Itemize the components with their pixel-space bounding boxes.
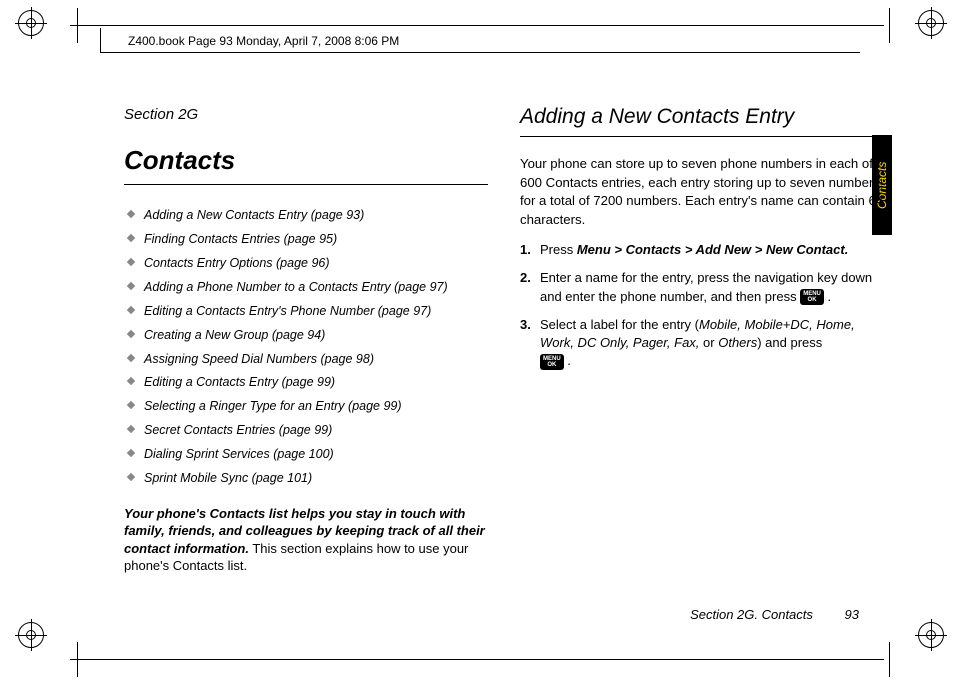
step-item: Select a label for the entry (Mobile, Mo… <box>520 316 884 371</box>
body-paragraph: Your phone can store up to seven phone n… <box>520 155 884 229</box>
toc-item: Adding a Phone Number to a Contacts Entr… <box>124 279 488 296</box>
step-item: Press Menu > Contacts > Add New > New Co… <box>520 241 884 259</box>
toc-item: Sprint Mobile Sync (page 101) <box>124 470 488 487</box>
diamond-bullet-icon <box>127 234 135 242</box>
toc-item: Creating a New Group (page 94) <box>124 327 488 344</box>
crop-mark-bottom-right <box>894 622 944 672</box>
toc-item: Finding Contacts Entries (page 95) <box>124 231 488 248</box>
diamond-bullet-icon <box>127 377 135 385</box>
diamond-bullet-icon <box>127 473 135 481</box>
crop-mark-top-left <box>18 10 68 60</box>
toc-item: Selecting a Ringer Type for an Entry (pa… <box>124 398 488 415</box>
toc-item: Editing a Contacts Entry (page 99) <box>124 374 488 391</box>
crop-rule-bottom <box>70 659 884 660</box>
toc-item: Editing a Contacts Entry's Phone Number … <box>124 303 488 320</box>
diamond-bullet-icon <box>127 306 135 314</box>
toc-item: Contacts Entry Options (page 96) <box>124 255 488 272</box>
toc-item: Assigning Speed Dial Numbers (page 98) <box>124 351 488 368</box>
diamond-bullet-icon <box>127 449 135 457</box>
framemaker-header: Z400.book Page 93 Monday, April 7, 2008 … <box>128 34 399 48</box>
column-right: Adding a New Contacts Entry Your phone c… <box>520 105 884 575</box>
diamond-bullet-icon <box>127 329 135 337</box>
footer-section-label: Section 2G. Contacts <box>690 607 813 622</box>
steps-list: Press Menu > Contacts > Add New > New Co… <box>520 241 884 370</box>
menu-ok-key-icon: MENUOK <box>540 354 564 370</box>
page-number: 93 <box>845 607 859 622</box>
diamond-bullet-icon <box>127 282 135 290</box>
diamond-bullet-icon <box>127 401 135 409</box>
diamond-bullet-icon <box>127 353 135 361</box>
crop-mark-bottom-left <box>18 622 68 672</box>
section-heading: Adding a New Contacts Entry <box>520 103 884 137</box>
diamond-bullet-icon <box>127 425 135 433</box>
chapter-title: Contacts <box>124 143 488 185</box>
toc-item: Adding a New Contacts Entry (page 93) <box>124 207 488 224</box>
column-left: Section 2G Contacts Adding a New Contact… <box>124 105 488 575</box>
diamond-bullet-icon <box>127 210 135 218</box>
toc-item: Dialing Sprint Services (page 100) <box>124 446 488 463</box>
toc-item: Secret Contacts Entries (page 99) <box>124 422 488 439</box>
crop-rule-top <box>70 25 884 26</box>
toc-list: Adding a New Contacts Entry (page 93) Fi… <box>124 207 488 487</box>
diamond-bullet-icon <box>127 258 135 266</box>
menu-ok-key-icon: MENUOK <box>800 289 824 305</box>
intro-paragraph: Your phone's Contacts list helps you sta… <box>124 505 488 575</box>
step-item: Enter a name for the entry, press the na… <box>520 269 884 305</box>
page-footer: Section 2G. Contacts 93 <box>690 607 859 622</box>
crop-mark-top-right <box>894 10 944 60</box>
section-label: Section 2G <box>124 105 488 125</box>
page-content: Section 2G Contacts Adding a New Contact… <box>124 105 884 612</box>
